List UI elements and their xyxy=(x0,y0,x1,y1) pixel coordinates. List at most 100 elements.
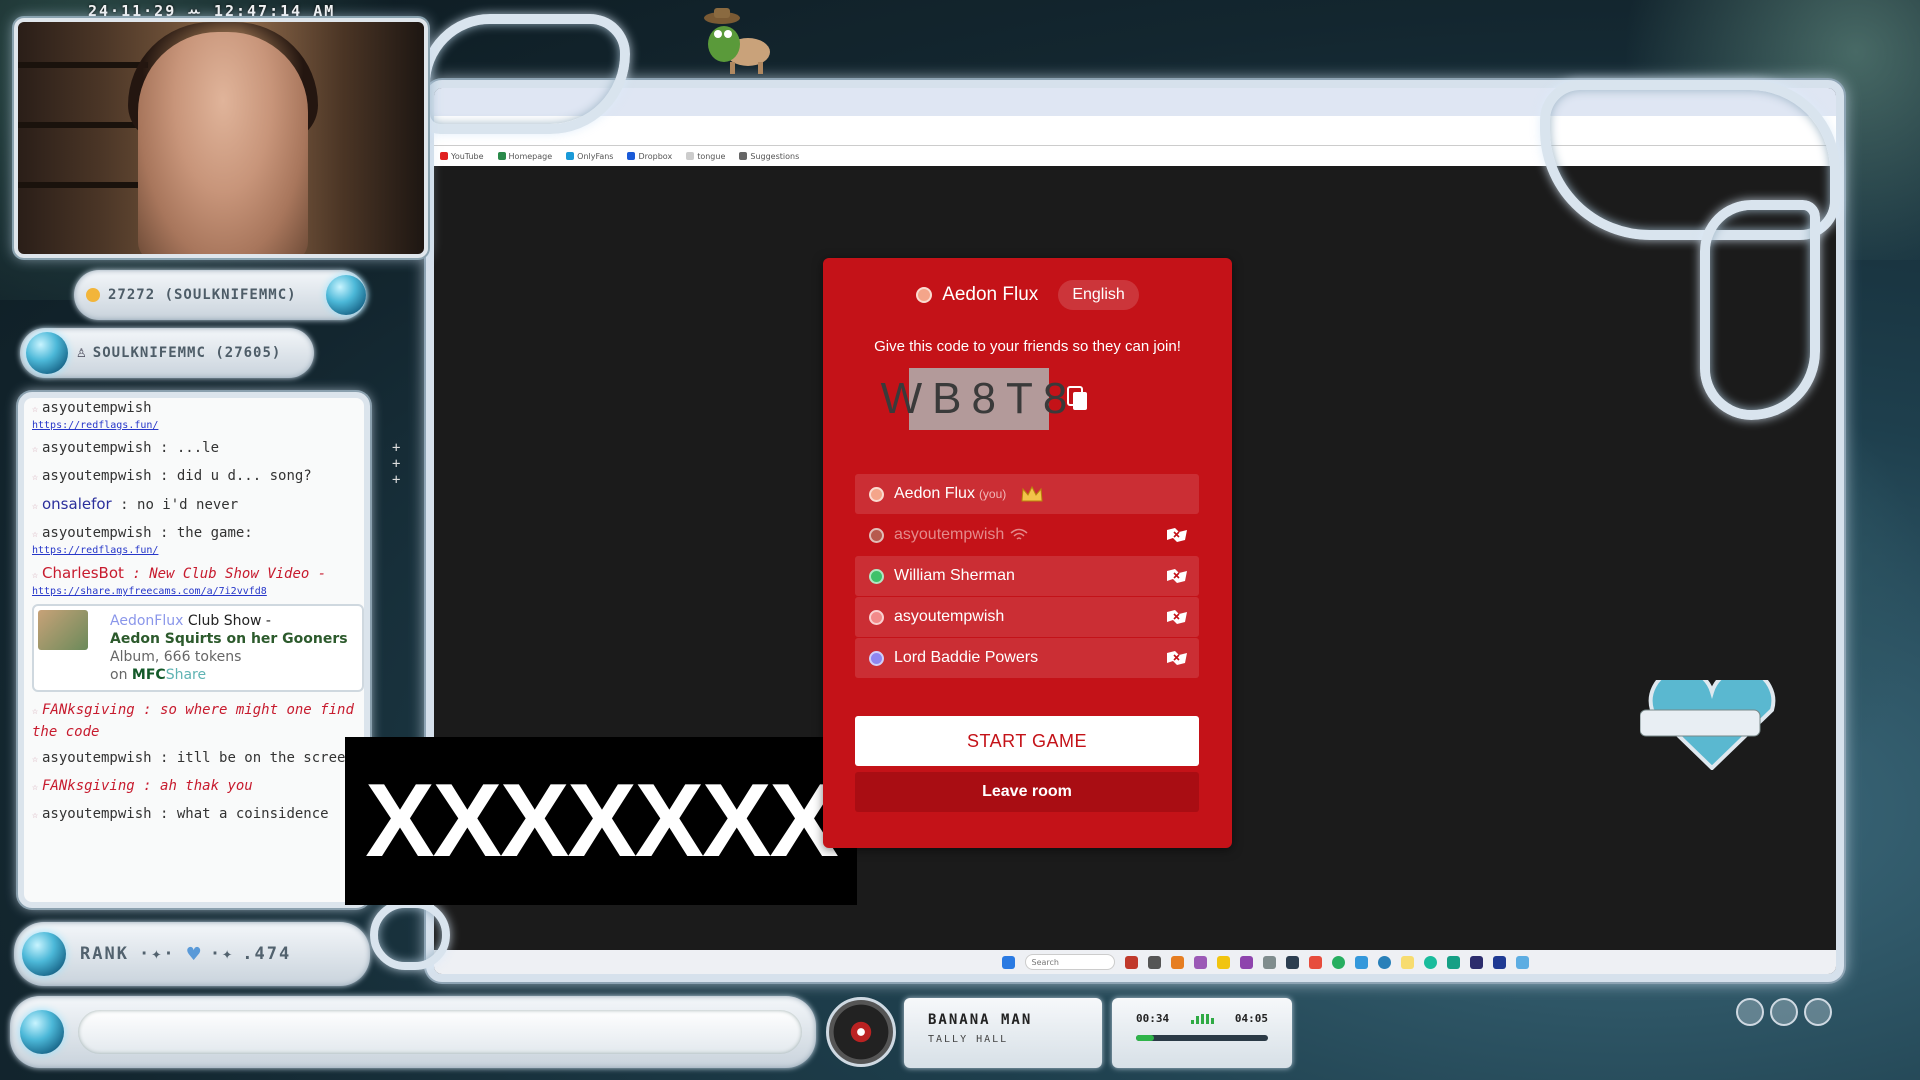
user-badge-icon: ☆ xyxy=(32,570,39,581)
taskbar-app-icon[interactable] xyxy=(1400,955,1414,969)
taskbar-app-icon[interactable] xyxy=(1285,955,1299,969)
player-color-dot xyxy=(869,650,884,666)
channel-heart-logo xyxy=(1640,680,1776,770)
chat-panel[interactable]: ☆ asyoutempwish https://redflags.fun/☆ asy… xyxy=(18,392,370,908)
chat-message: ☆ asyoutempwish : the game: https://redfla… xyxy=(32,523,364,557)
bookmark-item[interactable]: YouTube xyxy=(440,152,484,161)
gem-icon xyxy=(326,275,366,315)
windows-taskbar: Search xyxy=(434,950,1836,974)
chat-message: ☆ FANksgiving : so where might one find t… xyxy=(32,700,364,742)
chat-username[interactable]: onsalefor xyxy=(42,495,112,513)
bookmark-item[interactable]: OnlyFans xyxy=(566,152,613,161)
user-badge-icon: ☆ xyxy=(32,472,39,483)
taskbar-app-icon[interactable] xyxy=(1515,955,1529,969)
folder-icon[interactable] xyxy=(1216,955,1230,969)
chat-username[interactable]: asyoutempwish xyxy=(42,806,152,822)
gem-icon xyxy=(26,332,68,374)
player-row: asyoutempwish xyxy=(855,515,1199,555)
bookmark-icon xyxy=(739,152,748,160)
censor-block: XXXXXXX xyxy=(345,737,857,905)
bookmark-icon xyxy=(566,152,575,160)
windows-start-icon[interactable] xyxy=(1001,955,1015,969)
coin-icon xyxy=(86,288,100,302)
taskbar-search[interactable]: Search xyxy=(1024,954,1115,970)
chat-username[interactable]: asyoutempwish xyxy=(42,468,152,484)
chat-text: : itll be on the screen xyxy=(160,750,354,766)
gem-icon xyxy=(20,1010,64,1054)
player-color-dot xyxy=(869,486,884,502)
copy-icon[interactable] xyxy=(1067,386,1089,412)
message-input[interactable] xyxy=(78,1010,802,1054)
taskbar-app-icon[interactable] xyxy=(1170,955,1184,969)
user-badge-icon: ☆ xyxy=(32,529,39,540)
bookmark-item[interactable]: tongue xyxy=(686,152,725,161)
streamer-video xyxy=(138,32,308,254)
taskbar-app-icon[interactable] xyxy=(1377,955,1391,969)
taskbar-app-icon[interactable] xyxy=(1193,955,1207,969)
chat-text: : no i'd never xyxy=(120,497,239,513)
taskbar-app-icon[interactable] xyxy=(1124,955,1138,969)
audio-icon xyxy=(1736,998,1764,1026)
chat-username[interactable]: FANksgiving xyxy=(42,702,135,718)
chat-text: : ...le xyxy=(160,440,220,456)
bookmark-item[interactable]: Homepage xyxy=(497,152,552,161)
chat-username[interactable]: asyoutempwish xyxy=(42,750,152,766)
user-badge-icon: ☆ xyxy=(32,404,39,415)
taskbar-app-icon[interactable] xyxy=(1446,955,1460,969)
taskbar-app-icon[interactable] xyxy=(1262,955,1276,969)
rank-bar: RANK ·✦· ♥ ·✦ .474 xyxy=(14,922,370,986)
kick-player-icon[interactable] xyxy=(1165,608,1189,626)
chat-username[interactable]: CharlesBot xyxy=(42,564,124,582)
gem-icon xyxy=(22,932,66,976)
disconnected-wifi-icon xyxy=(1010,528,1028,540)
token-counter: 27272 (SOULKNIFEMMC) xyxy=(74,270,366,320)
kick-player-icon[interactable] xyxy=(1165,526,1189,544)
skype-icon[interactable] xyxy=(1354,955,1368,969)
taskbar-app-icon[interactable] xyxy=(1308,955,1322,969)
kick-player-icon[interactable] xyxy=(1165,567,1189,585)
kick-player-icon[interactable] xyxy=(1165,649,1189,667)
chat-message: ☆ asyoutempwish : itll be on the screen xyxy=(32,748,364,770)
user-badge-icon: ☆ xyxy=(32,706,39,717)
you-tag: (you) xyxy=(978,487,1007,501)
now-playing-track: BANANA MAN TALLY HALL xyxy=(904,998,1102,1068)
language-selector[interactable]: English xyxy=(1058,280,1139,310)
playback-progress[interactable] xyxy=(1136,1035,1268,1041)
chat-link[interactable]: https://redflags.fun/ xyxy=(32,545,364,557)
chat-username[interactable]: FANksgiving xyxy=(42,778,135,794)
game-lobby-modal: Aedon Flux English Give this code to you… xyxy=(823,258,1232,848)
playback-time: 00:34 04:05 xyxy=(1112,998,1292,1068)
taskbar-app-icon[interactable] xyxy=(1239,955,1253,969)
sun-icon xyxy=(1804,998,1832,1026)
player-row: Aedon Flux (you) xyxy=(855,474,1199,514)
sparkle-icon: ·✦ xyxy=(209,944,235,964)
corner-icons xyxy=(1736,998,1832,1026)
crown-icon xyxy=(1021,485,1043,502)
chat-username[interactable]: asyoutempwish xyxy=(42,400,152,416)
chat-username[interactable]: asyoutempwish xyxy=(42,440,152,456)
user-badge-icon: ☆ xyxy=(32,754,39,765)
taskbar-app-icon[interactable] xyxy=(1492,955,1506,969)
chrome-wing-decoration xyxy=(370,900,450,970)
taskbar-app-icon[interactable] xyxy=(1147,955,1161,969)
club-show-card[interactable]: AedonFlux Club Show - Aedon Squirts on h… xyxy=(32,604,364,692)
chat-username[interactable]: asyoutempwish xyxy=(42,525,152,541)
leave-room-button[interactable]: Leave room xyxy=(855,772,1199,812)
chrome-icon[interactable] xyxy=(1331,955,1345,969)
player-color-dot xyxy=(869,527,884,543)
chrome-wing-decoration xyxy=(420,14,630,134)
player-color-dot xyxy=(869,609,884,625)
user-badge-icon: ☆ xyxy=(32,810,39,821)
start-game-button[interactable]: START GAME xyxy=(855,716,1199,766)
bookmark-item[interactable]: Suggestions xyxy=(739,152,799,161)
chat-link[interactable]: https://redflags.fun/ xyxy=(32,420,364,432)
premiere-icon[interactable] xyxy=(1469,955,1483,969)
chat-link[interactable]: https://share.myfreecams.com/a/7i2vvfd8 xyxy=(32,586,364,598)
user-badge-icon: ☆ xyxy=(32,782,39,793)
bookmark-item[interactable]: Dropbox xyxy=(627,152,672,161)
player-row: William Sherman xyxy=(855,556,1199,596)
player-name: William Sherman xyxy=(894,567,1015,584)
spotify-icon[interactable] xyxy=(1423,955,1437,969)
bookmark-icon xyxy=(440,152,448,160)
room-code: WB8T8 xyxy=(881,368,1067,430)
